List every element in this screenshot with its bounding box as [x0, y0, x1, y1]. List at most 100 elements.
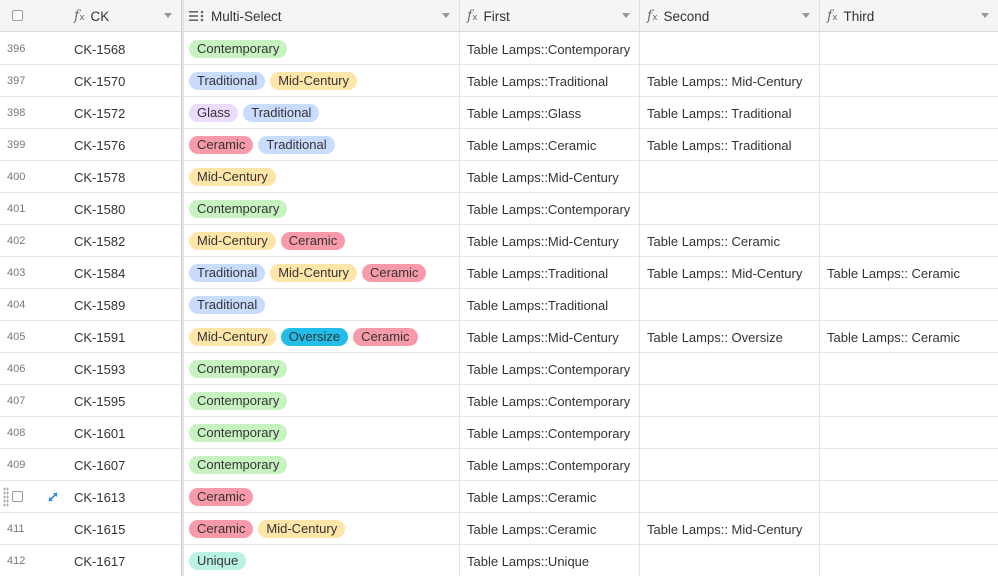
- third-cell[interactable]: [820, 481, 998, 513]
- second-cell[interactable]: [640, 193, 820, 225]
- third-cell[interactable]: [820, 513, 998, 545]
- third-cell[interactable]: [820, 289, 998, 321]
- first-cell[interactable]: Table Lamps::Glass: [460, 97, 640, 129]
- first-cell[interactable]: Table Lamps::Ceramic: [460, 129, 640, 161]
- chevron-down-icon[interactable]: [981, 13, 989, 18]
- first-cell[interactable]: Table Lamps::Contemporary: [460, 193, 640, 225]
- second-cell[interactable]: Table Lamps:: Mid-Century: [640, 257, 820, 289]
- second-cell[interactable]: [640, 289, 820, 321]
- multi-select-cell[interactable]: Contemporary: [184, 33, 460, 65]
- third-cell[interactable]: [820, 449, 998, 481]
- frozen-column-divider[interactable]: [181, 0, 184, 576]
- multi-select-cell[interactable]: Ceramic Traditional: [184, 129, 460, 161]
- first-cell[interactable]: Table Lamps::Traditional: [460, 65, 640, 97]
- multi-select-cell[interactable]: Contemporary: [184, 417, 460, 449]
- first-cell[interactable]: Table Lamps::Ceramic: [460, 481, 640, 513]
- third-cell[interactable]: [820, 65, 998, 97]
- multi-select-cell[interactable]: Mid-Century: [184, 161, 460, 193]
- table-row[interactable]: 402 CK-1582 Mid-Century Ceramic Table Lamps:…: [0, 225, 998, 257]
- second-cell[interactable]: [640, 545, 820, 576]
- second-cell[interactable]: [640, 449, 820, 481]
- table-row[interactable]: 409 CK-1607 Contemporary Table Lamps::Conte…: [0, 449, 998, 481]
- table-row[interactable]: 398 CK-1572 Glass Traditional Table Lamps::G…: [0, 97, 998, 129]
- first-cell[interactable]: Table Lamps::Traditional: [460, 257, 640, 289]
- table-row[interactable]: 397 CK-1570 Traditional Mid-Century Table La…: [0, 65, 998, 97]
- table-row[interactable]: 406 CK-1593 Contemporary Table Lamps::Conte…: [0, 353, 998, 385]
- table-row[interactable]: 411 CK-1615 Ceramic Mid-Century Table Lamps:…: [0, 513, 998, 545]
- first-cell[interactable]: Table Lamps::Contemporary: [460, 385, 640, 417]
- table-row[interactable]: 408 CK-1601 Contemporary Table Lamps::Conte…: [0, 417, 998, 449]
- first-cell[interactable]: Table Lamps::Unique: [460, 545, 640, 576]
- first-cell[interactable]: Table Lamps::Contemporary: [460, 417, 640, 449]
- multi-select-cell[interactable]: Contemporary: [184, 449, 460, 481]
- column-header-first[interactable]: fx First: [460, 0, 640, 32]
- third-cell[interactable]: [820, 129, 998, 161]
- first-cell[interactable]: Table Lamps::Traditional: [460, 289, 640, 321]
- expand-record-icon[interactable]: [47, 491, 59, 503]
- table-row[interactable]: 403 CK-1584 Traditional Mid-Century Ceramic T…: [0, 257, 998, 289]
- table-row[interactable]: CK-1613 Ceramic Table Lamps::Ceramic: [0, 481, 998, 513]
- third-cell[interactable]: [820, 545, 998, 576]
- second-cell[interactable]: [640, 385, 820, 417]
- column-header-ck[interactable]: fx CK: [62, 0, 182, 32]
- multi-select-cell[interactable]: Contemporary: [184, 385, 460, 417]
- multi-select-cell[interactable]: Ceramic: [184, 481, 460, 513]
- chevron-down-icon[interactable]: [622, 13, 630, 18]
- first-cell[interactable]: Table Lamps::Mid-Century: [460, 161, 640, 193]
- second-cell[interactable]: Table Lamps:: Traditional: [640, 97, 820, 129]
- multi-select-cell[interactable]: Traditional: [184, 289, 460, 321]
- third-cell[interactable]: [820, 33, 998, 65]
- first-cell[interactable]: Table Lamps::Ceramic: [460, 513, 640, 545]
- table-row[interactable]: 404 CK-1589 Traditional Table Lamps::Tradit…: [0, 289, 998, 321]
- drag-handle-icon[interactable]: [3, 487, 9, 507]
- second-cell[interactable]: Table Lamps:: Ceramic: [640, 225, 820, 257]
- first-cell[interactable]: Table Lamps::Mid-Century: [460, 225, 640, 257]
- table-row[interactable]: 396 CK-1568 Contemporary Table Lamps::Conte…: [0, 33, 998, 65]
- third-cell[interactable]: [820, 385, 998, 417]
- second-cell[interactable]: Table Lamps:: Traditional: [640, 129, 820, 161]
- third-cell[interactable]: [820, 161, 998, 193]
- third-cell[interactable]: Table Lamps:: Ceramic: [820, 321, 998, 353]
- first-cell[interactable]: Table Lamps::Contemporary: [460, 449, 640, 481]
- table-row[interactable]: 412 CK-1617 Unique Table Lamps::Unique: [0, 545, 998, 576]
- second-cell[interactable]: [640, 353, 820, 385]
- multi-select-cell[interactable]: Traditional Mid-Century Ceramic: [184, 257, 460, 289]
- multi-select-cell[interactable]: Glass Traditional: [184, 97, 460, 129]
- column-header-multi-select[interactable]: Multi-Select: [184, 0, 460, 32]
- multi-select-cell[interactable]: Mid-Century Ceramic: [184, 225, 460, 257]
- third-cell[interactable]: [820, 193, 998, 225]
- first-cell[interactable]: Table Lamps::Contemporary: [460, 353, 640, 385]
- second-cell[interactable]: Table Lamps:: Mid-Century: [640, 513, 820, 545]
- table-row[interactable]: 399 CK-1576 Ceramic Traditional Table Lamps:…: [0, 129, 998, 161]
- third-cell[interactable]: [820, 225, 998, 257]
- second-cell[interactable]: [640, 33, 820, 65]
- table-row[interactable]: 407 CK-1595 Contemporary Table Lamps::Conte…: [0, 385, 998, 417]
- third-cell[interactable]: Table Lamps:: Ceramic: [820, 257, 998, 289]
- table-row[interactable]: 401 CK-1580 Contemporary Table Lamps::Conte…: [0, 193, 998, 225]
- column-header-third[interactable]: fx Third: [820, 0, 998, 32]
- first-cell[interactable]: Table Lamps::Mid-Century: [460, 321, 640, 353]
- multi-select-cell[interactable]: Contemporary: [184, 193, 460, 225]
- second-cell[interactable]: [640, 161, 820, 193]
- third-cell[interactable]: [820, 97, 998, 129]
- second-cell[interactable]: Table Lamps:: Oversize: [640, 321, 820, 353]
- row-checkbox[interactable]: [12, 491, 23, 502]
- chevron-down-icon[interactable]: [802, 13, 810, 18]
- chevron-down-icon[interactable]: [442, 13, 450, 18]
- table-row[interactable]: 405 CK-1591 Mid-Century Oversize Ceramic Tabl…: [0, 321, 998, 353]
- second-cell[interactable]: Table Lamps:: Mid-Century: [640, 65, 820, 97]
- multi-select-cell[interactable]: Traditional Mid-Century: [184, 65, 460, 97]
- chevron-down-icon[interactable]: [164, 13, 172, 18]
- third-cell[interactable]: [820, 353, 998, 385]
- second-cell[interactable]: [640, 481, 820, 513]
- multi-select-cell[interactable]: Unique: [184, 545, 460, 576]
- second-cell[interactable]: [640, 417, 820, 449]
- select-all-checkbox[interactable]: [12, 10, 23, 21]
- table-row[interactable]: 400 CK-1578 Mid-Century Table Lamps::Mid-Ce…: [0, 161, 998, 193]
- column-header-second[interactable]: fx Second: [640, 0, 820, 32]
- first-cell[interactable]: Table Lamps::Contemporary: [460, 33, 640, 65]
- third-cell[interactable]: [820, 417, 998, 449]
- multi-select-cell[interactable]: Contemporary: [184, 353, 460, 385]
- multi-select-cell[interactable]: Ceramic Mid-Century: [184, 513, 460, 545]
- multi-select-cell[interactable]: Mid-Century Oversize Ceramic: [184, 321, 460, 353]
